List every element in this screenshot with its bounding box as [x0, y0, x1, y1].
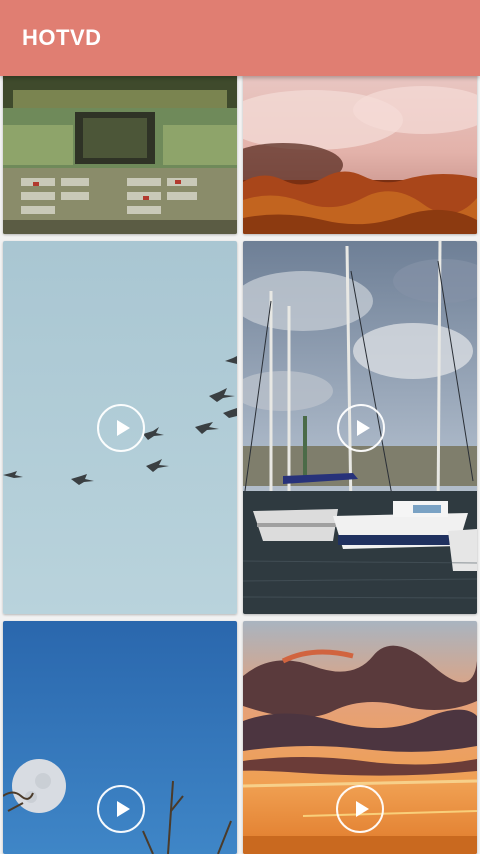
play-button[interactable]: [336, 785, 384, 833]
app-title: HOTVD: [22, 25, 102, 50]
video-thumbnail-geese-flying-sky[interactable]: [3, 241, 237, 614]
thumbnail-image: [243, 70, 477, 234]
play-icon: [117, 420, 130, 436]
play-icon: [356, 801, 369, 817]
play-button[interactable]: [97, 404, 145, 452]
video-thumbnail-parking-stadium[interactable]: [3, 70, 237, 234]
video-thumbnail-orange-sunset-clouds[interactable]: [243, 621, 477, 854]
video-thumbnail-moon-blue-sky[interactable]: [3, 621, 237, 854]
video-thumbnail-pink-clouds-autumn-trees[interactable]: [243, 70, 477, 234]
app-bar: HOTVD: [0, 0, 480, 76]
video-thumbnail-sailboats-marina[interactable]: [243, 241, 477, 614]
play-icon: [357, 420, 370, 436]
play-button[interactable]: [337, 404, 385, 452]
play-icon: [117, 801, 130, 817]
video-grid: [0, 0, 480, 854]
play-button[interactable]: [97, 785, 145, 833]
thumbnail-image: [3, 70, 237, 234]
